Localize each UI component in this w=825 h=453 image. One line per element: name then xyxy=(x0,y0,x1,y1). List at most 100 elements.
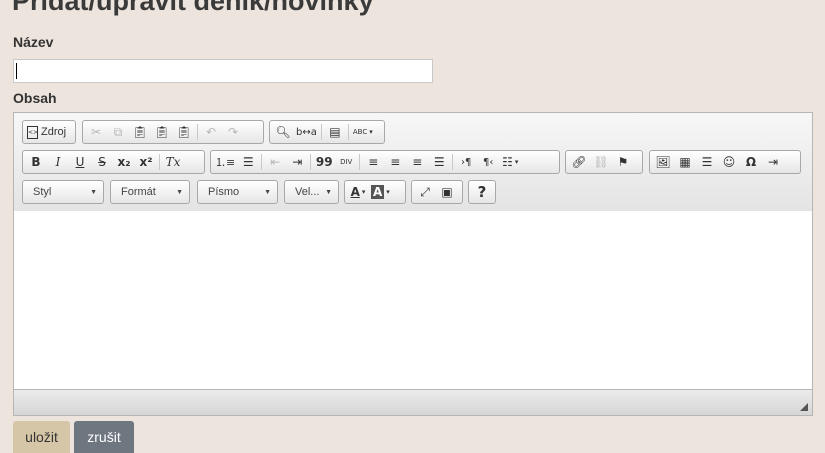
bg-color-button[interactable]: A ▾ xyxy=(369,182,392,202)
content-label: Obsah xyxy=(13,90,57,106)
separator xyxy=(197,124,198,140)
name-input[interactable] xyxy=(13,59,433,83)
separator xyxy=(359,154,361,170)
chevron-down-icon: ▼ xyxy=(176,189,183,196)
font-combo[interactable]: Písmo ▼ xyxy=(197,180,278,204)
strikethrough-button[interactable]: S xyxy=(91,152,113,172)
format-combo[interactable]: Formát ▼ xyxy=(110,180,190,204)
ltr-icon: ›¶ xyxy=(461,156,472,168)
select-all-icon: ▤ xyxy=(329,125,341,139)
toolbar-group-basicstyles: B I U S x₂ x² Tx xyxy=(22,150,205,174)
editor-content-area[interactable] xyxy=(14,211,812,391)
horizontal-rule-icon: ☰ xyxy=(701,155,713,169)
show-blocks-icon: ▣ xyxy=(441,185,453,199)
separator xyxy=(452,154,454,170)
style-combo[interactable]: Styl ▼ xyxy=(22,180,104,204)
align-center-icon: ≡ xyxy=(390,155,401,169)
toolbar-group-paragraph: ⒈≡ ☰ ⇤ ⇥ 99 DIV ≡ ≡ ≡ ☰ ›¶ ¶‹ ☷ ▾ xyxy=(210,150,560,174)
name-label: Název xyxy=(13,34,54,50)
smiley-button[interactable]: ☺ xyxy=(718,152,740,172)
source-button[interactable]: <> Zdroj xyxy=(25,122,68,142)
paste-text-icon: 📋︎ xyxy=(154,125,170,139)
toolbar-group-links: 🔗︎ ⛓ ⚑ xyxy=(565,150,643,174)
underline-button[interactable]: U xyxy=(69,152,91,172)
paste-text-button[interactable]: 📋︎ xyxy=(151,122,173,142)
outdent-icon: ⇤ xyxy=(270,155,281,169)
copy-icon: ⧉ xyxy=(113,124,123,139)
flag-icon: ⚑ xyxy=(617,155,629,169)
size-combo[interactable]: Vel... ▼ xyxy=(284,180,339,204)
undo-icon: ↶ xyxy=(205,125,217,139)
select-all-button[interactable]: ▤ xyxy=(324,122,346,142)
redo-button[interactable]: ↷ xyxy=(222,122,244,142)
separator xyxy=(347,124,349,140)
toolbar-group-colors: A ▾ A ▾ xyxy=(344,180,406,204)
numbered-list-button[interactable]: ⒈≡ xyxy=(213,152,237,172)
page-break-icon: ⇥ xyxy=(767,155,779,169)
bold-button[interactable]: B xyxy=(25,152,47,172)
page-title: Přidat/upravit deník/novinky xyxy=(12,0,374,16)
separator xyxy=(159,154,160,170)
toolbar-group-clipboard: ✂ ⧉ 📋︎ 📋︎ 📋︎ ↶ ↷ xyxy=(82,120,264,144)
help-button[interactable]: ? xyxy=(471,182,493,202)
ltr-button[interactable]: ›¶ xyxy=(455,152,477,172)
toolbar-group-insert: 🖼︎ ▦ ☰ ☺ Ω ⇥ xyxy=(649,150,801,174)
rtl-icon: ¶‹ xyxy=(483,156,494,168)
superscript-button[interactable]: x² xyxy=(135,152,157,172)
bulleted-list-button[interactable]: ☰ xyxy=(237,152,259,172)
spellcheck-button[interactable]: ABC ▾ xyxy=(351,122,375,142)
rtl-button[interactable]: ¶‹ xyxy=(477,152,499,172)
indent-button[interactable]: ⇥ xyxy=(286,152,308,172)
chevron-down-icon: ▼ xyxy=(325,189,332,196)
text-color-button[interactable]: A ▾ xyxy=(347,182,369,202)
table-button[interactable]: ▦ xyxy=(674,152,696,172)
special-char-button[interactable]: Ω xyxy=(740,152,762,172)
link-button[interactable]: 🔗︎ xyxy=(568,152,590,172)
search-icon: 🔍︎ xyxy=(275,125,291,139)
language-button[interactable]: ☷ ▾ xyxy=(499,152,521,172)
spellcheck-icon: ABC xyxy=(352,128,368,136)
undo-button[interactable]: ↶ xyxy=(200,122,222,142)
toolbar-group-document: <> Zdroj xyxy=(22,120,76,144)
blockquote-button[interactable]: 99 xyxy=(313,152,335,172)
resize-handle-icon[interactable] xyxy=(800,403,808,411)
maximize-button[interactable]: ⤢ xyxy=(414,182,436,202)
replace-button[interactable]: b↔a xyxy=(294,122,319,142)
image-icon: 🖼︎ xyxy=(655,155,671,169)
remove-format-button[interactable]: Tx xyxy=(162,152,184,172)
toolbar-group-editing: 🔍︎ b↔a ▤ ABC ▾ xyxy=(269,120,385,144)
source-icon: <> xyxy=(27,125,38,139)
align-center-button[interactable]: ≡ xyxy=(384,152,406,172)
cut-button[interactable]: ✂ xyxy=(85,122,107,142)
align-left-icon: ≡ xyxy=(368,155,379,169)
align-right-button[interactable]: ≡ xyxy=(406,152,428,172)
cancel-button[interactable]: zrušit xyxy=(74,421,134,453)
div-container-button[interactable]: DIV xyxy=(335,152,357,172)
paste-button[interactable]: 📋︎ xyxy=(129,122,151,142)
image-button[interactable]: 🖼︎ xyxy=(652,152,674,172)
paste-word-button[interactable]: 📋︎ xyxy=(173,122,195,142)
unlink-icon: ⛓ xyxy=(593,155,609,169)
horizontal-rule-button[interactable]: ☰ xyxy=(696,152,718,172)
maximize-icon: ⤢ xyxy=(420,184,430,199)
chevron-down-icon: ▾ xyxy=(361,188,366,196)
chevron-down-icon: ▾ xyxy=(386,188,390,196)
format-combo-label: Formát xyxy=(121,186,156,198)
toolbar-group-tools: ⤢ ▣ xyxy=(411,180,463,204)
page-break-button[interactable]: ⇥ xyxy=(762,152,784,172)
italic-button[interactable]: I xyxy=(47,152,69,172)
unlink-button[interactable]: ⛓ xyxy=(590,152,612,172)
subscript-button[interactable]: x₂ xyxy=(113,152,135,172)
anchor-button[interactable]: ⚑ xyxy=(612,152,634,172)
show-blocks-button[interactable]: ▣ xyxy=(436,182,458,202)
save-button[interactable]: uložit xyxy=(13,421,70,453)
text-caret xyxy=(16,63,17,79)
align-justify-icon: ☰ xyxy=(433,155,445,169)
outdent-button[interactable]: ⇤ xyxy=(264,152,286,172)
align-justify-button[interactable]: ☰ xyxy=(428,152,450,172)
copy-button[interactable]: ⧉ xyxy=(107,122,129,142)
chevron-down-icon: ▼ xyxy=(264,189,271,196)
find-button[interactable]: 🔍︎ xyxy=(272,122,294,142)
align-left-button[interactable]: ≡ xyxy=(362,152,384,172)
rich-text-editor: <> Zdroj ✂ ⧉ 📋︎ 📋︎ 📋︎ ↶ ↷ 🔍︎ b↔a ▤ ABC ▾ xyxy=(13,112,813,416)
